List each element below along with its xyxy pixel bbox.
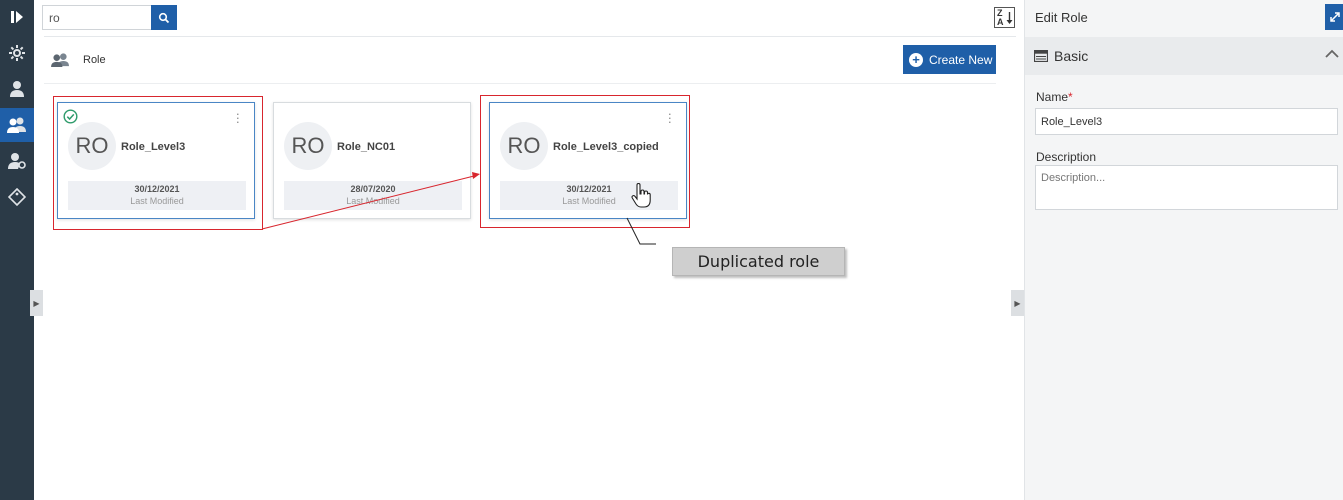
name-label: Name* xyxy=(1036,90,1073,104)
user-settings-icon[interactable] xyxy=(0,144,34,178)
nav-rail xyxy=(0,0,34,500)
arrowhead-icon xyxy=(472,172,480,179)
name-label-text: Name xyxy=(1036,90,1069,104)
expand-button[interactable] xyxy=(1325,4,1343,30)
user-icon[interactable] xyxy=(0,72,34,106)
section-label: Basic xyxy=(1054,48,1089,64)
annotation-arrow xyxy=(261,175,475,230)
annotation-arrows xyxy=(261,172,656,245)
main-content: Z A Role + Create New RO Role_Level3 ···… xyxy=(30,0,1024,500)
edit-panel: Edit Role Basic Name* Description xyxy=(1024,0,1343,500)
settings-icon[interactable] xyxy=(0,36,34,70)
required-marker: * xyxy=(1068,90,1073,104)
collapse-left-handle[interactable]: ▶ xyxy=(30,290,43,316)
expand-icon xyxy=(1329,12,1340,22)
panel-title: Edit Role xyxy=(1035,10,1088,25)
name-field[interactable] xyxy=(1035,108,1338,135)
description-label: Description xyxy=(1036,150,1097,164)
collapse-right-handle[interactable]: ▶ xyxy=(1011,290,1024,316)
annotation-callout: Duplicated role xyxy=(672,247,845,276)
users-icon[interactable] xyxy=(0,108,34,142)
form-icon xyxy=(1034,50,1048,62)
chevron-up-icon[interactable] xyxy=(1325,49,1339,58)
tag-icon[interactable] xyxy=(0,180,34,214)
expand-nav-icon[interactable] xyxy=(0,0,34,34)
description-field[interactable] xyxy=(1035,165,1338,210)
app-window: Z A Role + Create New RO Role_Level3 ···… xyxy=(0,0,1343,500)
basic-section-header[interactable]: Basic xyxy=(1025,37,1343,75)
callout-leader-line xyxy=(626,217,656,245)
